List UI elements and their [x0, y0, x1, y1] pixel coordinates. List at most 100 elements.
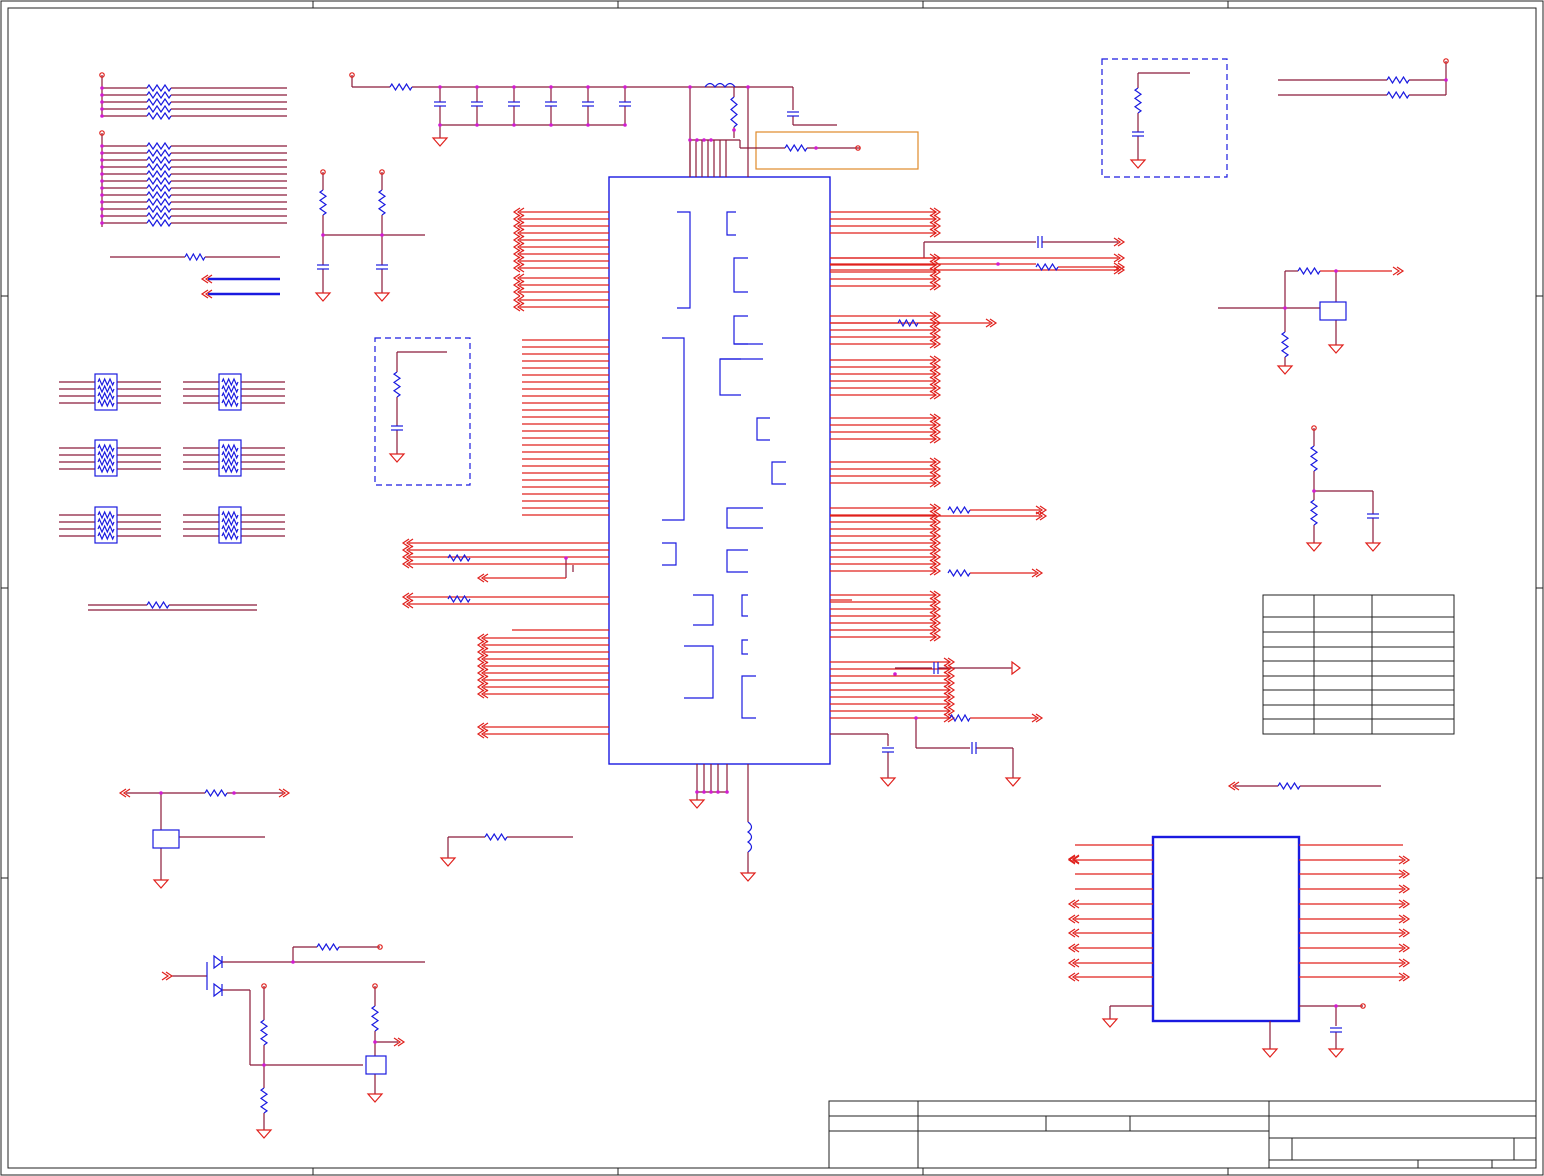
- resistor: [146, 97, 172, 107]
- junction-dot: [549, 85, 553, 89]
- dashed-block-top-right: [1101, 58, 1228, 178]
- junction-dot: [695, 138, 699, 142]
- junction-dot: [709, 138, 713, 142]
- junction-dot: [100, 158, 104, 162]
- junction-dot: [702, 790, 706, 794]
- junction-dot: [512, 123, 516, 127]
- resistor: [146, 148, 172, 158]
- junction-dot: [746, 85, 750, 89]
- ground-symbol: [1276, 365, 1294, 375]
- resistor: [259, 1087, 269, 1114]
- junction-dot: [438, 85, 442, 89]
- junction-dot: [100, 179, 104, 183]
- resistor: [1133, 87, 1143, 114]
- wiring: [59, 61, 1447, 1130]
- ground-symbol: [366, 1093, 384, 1103]
- resistor: [97, 464, 115, 474]
- resistor: [146, 162, 172, 172]
- junction-dot: [100, 207, 104, 211]
- ic-internal-bracket: [741, 594, 748, 617]
- resistor: [392, 371, 402, 398]
- resistor: [1309, 499, 1319, 526]
- junction-dot: [291, 960, 295, 964]
- junction-dot: [100, 186, 104, 190]
- junction-dot: [586, 123, 590, 127]
- secondary-ic: [1151, 835, 1301, 1023]
- junction-dot: [100, 93, 104, 97]
- junction-dot: [100, 172, 104, 176]
- resistor: [221, 517, 239, 527]
- resistor: [146, 183, 172, 193]
- ground-symbol: [1004, 777, 1022, 787]
- resistor: [784, 143, 808, 153]
- junction-dot: [564, 556, 568, 560]
- ic-internal-bracket: [771, 461, 786, 485]
- resistor: [1386, 75, 1410, 85]
- ic-internal-bracket: [726, 549, 748, 573]
- junction-dot: [100, 114, 104, 118]
- ground-symbol: [439, 857, 457, 867]
- junction-dot: [512, 85, 516, 89]
- junction-dot: [475, 123, 479, 127]
- resistor: [146, 600, 170, 610]
- diode: [213, 954, 223, 970]
- ic-internal-bracket: [733, 257, 748, 293]
- resistor: [1277, 781, 1301, 791]
- junction-dot: [814, 146, 818, 150]
- junction-dot: [100, 165, 104, 169]
- resistor: [146, 169, 172, 179]
- resistor: [184, 252, 206, 262]
- resistor: [221, 531, 239, 541]
- ground-symbol: [431, 137, 449, 147]
- resistor: [389, 82, 413, 92]
- junction-dot: [100, 86, 104, 90]
- junction-dot: [100, 200, 104, 204]
- resistor: [146, 141, 172, 151]
- resistor: [146, 211, 172, 221]
- ground-symbol: [314, 292, 332, 302]
- ic-internal-bracket: [719, 358, 741, 396]
- junction-dot: [100, 193, 104, 197]
- junction-dot: [725, 790, 729, 794]
- mosfet: [152, 829, 180, 849]
- junction-dot: [373, 1040, 377, 1044]
- resistor: [146, 190, 172, 200]
- junction-dot: [702, 138, 706, 142]
- resistor: [1297, 266, 1321, 276]
- inductor: [746, 821, 753, 853]
- ic-internal-bracket: [662, 337, 685, 521]
- junction-dot: [586, 85, 590, 89]
- ground-symbol: [879, 777, 897, 787]
- resistor: [146, 155, 172, 165]
- resistor: [221, 377, 239, 387]
- ic-internal-bracket: [662, 542, 677, 566]
- resistor: [377, 189, 387, 216]
- resistor: [97, 391, 115, 401]
- components: [94, 58, 1449, 1139]
- resistor: [97, 457, 115, 467]
- ground-symbol: [388, 453, 406, 463]
- highlight-box: [755, 131, 919, 170]
- junction-dot: [732, 128, 736, 132]
- resistor: [97, 384, 115, 394]
- junction-dot: [893, 672, 897, 676]
- resistor: [146, 204, 172, 214]
- diode: [213, 982, 223, 998]
- ground-symbol: [152, 879, 170, 889]
- resistor: [97, 450, 115, 460]
- ground-symbol: [1101, 1018, 1119, 1028]
- power-flag: [1011, 660, 1021, 676]
- ground-symbol: [1261, 1048, 1279, 1058]
- resistor: [221, 450, 239, 460]
- junction-dot: [1334, 1004, 1338, 1008]
- resistor: [146, 83, 172, 93]
- resistor: [370, 1005, 380, 1032]
- ic-internal-bracket: [741, 639, 748, 655]
- ic-internal-bracket: [726, 211, 736, 236]
- resistor: [221, 398, 239, 408]
- junction-dot: [1312, 489, 1316, 493]
- junction-dot: [475, 85, 479, 89]
- junction-dot: [688, 85, 692, 89]
- resistor: [259, 1019, 269, 1046]
- junction-dot: [438, 123, 442, 127]
